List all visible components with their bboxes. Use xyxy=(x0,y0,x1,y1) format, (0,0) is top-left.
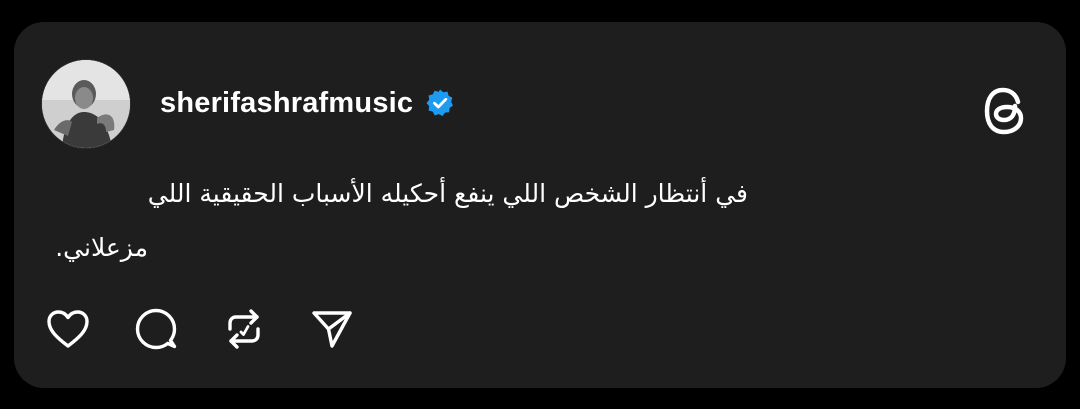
post-card: sherifashrafmusic في أنتظار الشخص اللي ي… xyxy=(14,22,1066,388)
repost-icon xyxy=(228,309,260,349)
avatar[interactable] xyxy=(42,60,130,148)
like-button[interactable] xyxy=(44,305,92,353)
repost-button[interactable] xyxy=(220,305,268,353)
post-text-line: في أنتظار الشخص اللي ينفع أحكيله الأسباب… xyxy=(147,179,748,208)
username[interactable]: sherifashrafmusic xyxy=(160,85,413,121)
verified-badge-icon xyxy=(425,88,455,118)
profile-photo xyxy=(42,60,130,148)
post-text: في أنتظار الشخص اللي ينفع أحكيله الأسباب… xyxy=(28,167,748,275)
threads-logo-icon[interactable] xyxy=(980,82,1032,140)
reply-button[interactable] xyxy=(132,305,180,353)
heart-icon xyxy=(47,310,89,348)
share-button[interactable] xyxy=(308,305,356,353)
post-header: sherifashrafmusic xyxy=(160,85,455,121)
comment-bubble-icon xyxy=(135,308,177,350)
post-text-line: مزعلاني. xyxy=(55,233,148,262)
send-icon xyxy=(312,311,352,348)
action-bar xyxy=(44,305,356,353)
